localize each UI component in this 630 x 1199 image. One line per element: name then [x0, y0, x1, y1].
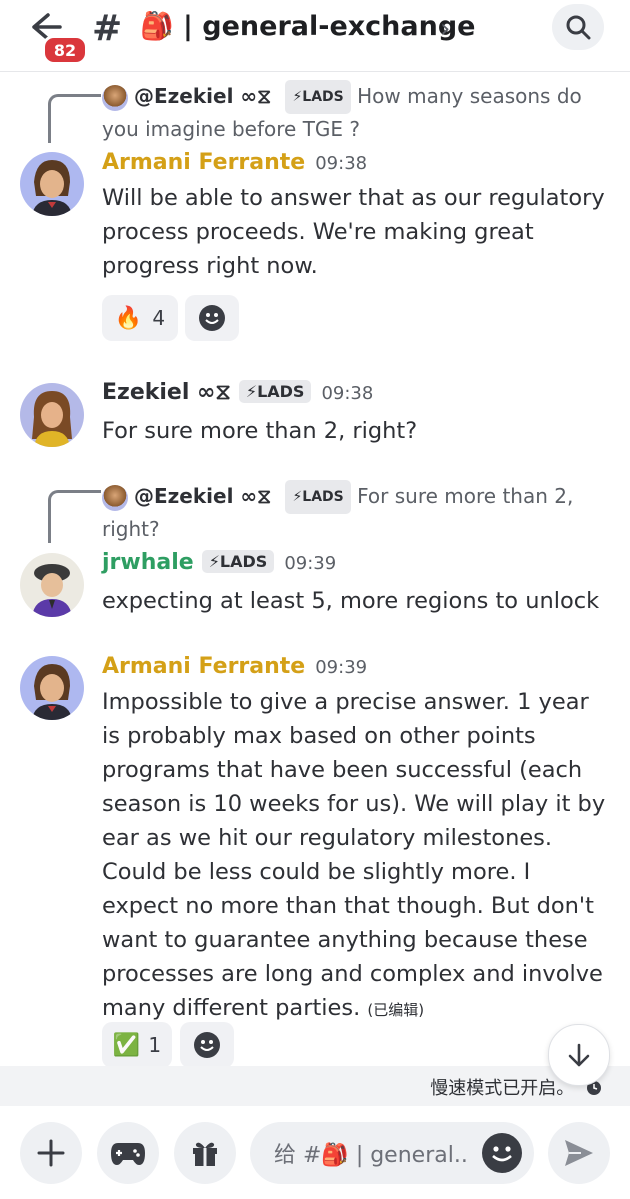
reply-username[interactable]: @Ezekiel ∞⧖	[134, 484, 271, 508]
message-author[interactable]: Armani Ferrante 09:38	[102, 150, 367, 175]
message-time: 09:38	[321, 383, 374, 404]
gamepad-icon	[111, 1143, 145, 1165]
jrwhale-avatar-image	[32, 564, 72, 617]
chevron-right-icon[interactable]: ›	[440, 14, 450, 44]
send-icon	[565, 1140, 593, 1166]
reaction-count: 1	[148, 1033, 162, 1057]
arrow-down-icon	[568, 1043, 590, 1067]
reply-username[interactable]: @Ezekiel ∞⧖	[134, 84, 271, 108]
avatar[interactable]	[20, 383, 84, 447]
activities-button[interactable]	[97, 1122, 159, 1184]
role-tag: ⚡LADS	[201, 550, 275, 573]
message-text: Will be able to answer that as our regul…	[102, 185, 605, 279]
author-name[interactable]: Armani Ferrante	[102, 654, 305, 679]
message-input[interactable]: 给 #🎒 | general..	[250, 1122, 534, 1184]
message-text: Impossible to give a precise answer. 1 y…	[102, 685, 612, 1027]
slow-mode-label: 慢速模式已开启。	[430, 1078, 575, 1099]
hash-icon: #	[92, 8, 123, 49]
gift-icon	[193, 1142, 217, 1166]
message-author[interactable]: Ezekiel ∞⧖ ⚡LADS 09:38	[102, 380, 373, 405]
search-button[interactable]	[552, 4, 604, 50]
message-text: expecting at least 5, more regions to un…	[102, 588, 600, 614]
send-button[interactable]	[548, 1122, 610, 1184]
slow-mode-bar: 慢速模式已开启。	[0, 1066, 630, 1106]
reply-role-tag: ⚡LADS	[285, 480, 351, 514]
author-name[interactable]: jrwhale	[102, 550, 194, 575]
add-reaction-button[interactable]	[185, 295, 239, 341]
message-time: 09:38	[315, 153, 368, 174]
attach-button[interactable]	[20, 1122, 82, 1184]
unread-badge: 82	[42, 35, 88, 65]
reply-connector	[48, 94, 101, 143]
reply-avatar	[102, 484, 128, 511]
smiley-icon	[492, 1146, 512, 1162]
gift-button[interactable]	[174, 1122, 236, 1184]
ezekiel-avatar-image	[32, 391, 72, 447]
reply-preview[interactable]: @Ezekiel ∞⧖ ⚡LADS How many seasons do yo…	[102, 80, 612, 144]
message-author[interactable]: Armani Ferrante 09:39	[102, 654, 367, 679]
edited-label: (已编辑)	[367, 1001, 425, 1019]
message-composer: 给 #🎒 | general..	[0, 1106, 630, 1199]
author-name[interactable]: Armani Ferrante	[102, 150, 305, 175]
reply-avatar	[102, 84, 128, 111]
fire-icon: 🔥	[114, 305, 143, 331]
message-text: For sure more than 2, right?	[102, 418, 418, 444]
jump-to-present-button[interactable]	[548, 1024, 610, 1086]
plus-icon	[37, 1139, 65, 1167]
message-input-placeholder: 给 #🎒 | general..	[274, 1143, 468, 1168]
message-time: 09:39	[315, 657, 368, 678]
channel-name[interactable]: 🎒 | general-exchange	[140, 10, 475, 42]
armani-avatar-image	[32, 664, 72, 720]
avatar[interactable]	[20, 152, 84, 216]
smiley-icon	[199, 305, 225, 331]
reply-connector	[48, 490, 101, 543]
reaction-count: 4	[152, 306, 166, 330]
avatar[interactable]	[20, 553, 84, 617]
add-reaction-button[interactable]	[180, 1022, 234, 1068]
avatar[interactable]	[20, 656, 84, 720]
reply-preview[interactable]: @Ezekiel ∞⧖ ⚡LADS For sure more than 2, …	[102, 480, 612, 544]
role-tag: ⚡LADS	[238, 380, 312, 403]
message-time: 09:39	[284, 553, 337, 574]
search-icon	[566, 15, 591, 40]
reply-role-tag: ⚡LADS	[285, 80, 351, 114]
emoji-button[interactable]	[482, 1133, 522, 1173]
check-mark-icon: ✅	[112, 1032, 141, 1058]
message-text-content: Impossible to give a precise answer. 1 y…	[102, 689, 606, 1021]
smiley-icon	[194, 1032, 220, 1058]
author-name[interactable]: Ezekiel ∞⧖	[102, 380, 231, 405]
message-author[interactable]: jrwhale ⚡LADS 09:39	[102, 550, 336, 575]
channel-header: 82 # 🎒 | general-exchange ›	[0, 0, 630, 72]
reaction-check[interactable]: ✅ 1	[102, 1022, 172, 1068]
reaction-fire[interactable]: 🔥 4	[102, 295, 178, 341]
armani-avatar-image	[32, 160, 72, 216]
